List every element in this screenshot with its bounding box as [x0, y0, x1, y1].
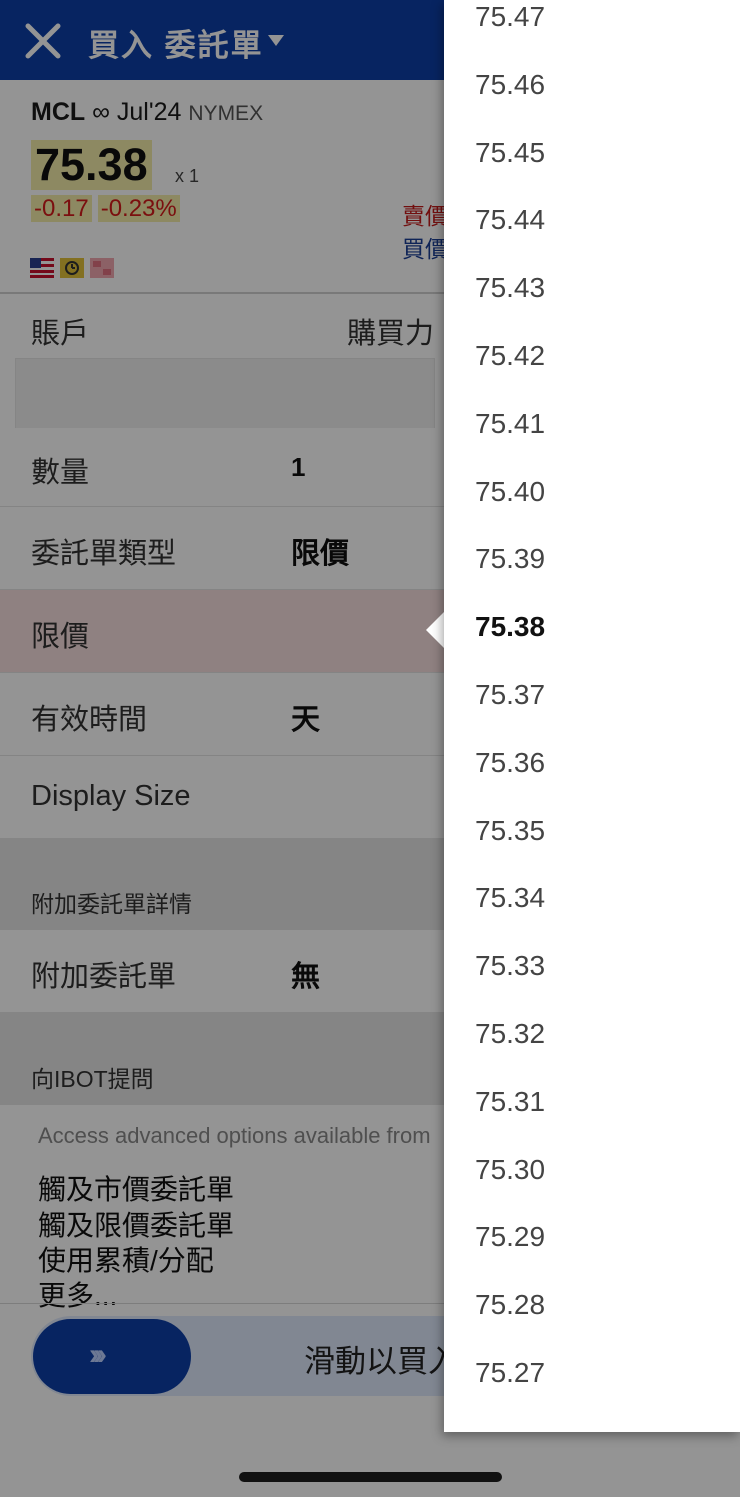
price-option[interactable]: 75.39 [475, 542, 545, 576]
price-option[interactable]: 75.38 [475, 610, 545, 644]
home-indicator[interactable] [239, 1472, 502, 1482]
price-option[interactable]: 75.27 [475, 1356, 545, 1390]
price-option[interactable]: 75.28 [475, 1288, 545, 1322]
price-option[interactable]: 75.31 [475, 1085, 545, 1119]
price-option[interactable]: 75.30 [475, 1153, 545, 1187]
price-option[interactable]: 75.40 [475, 475, 545, 509]
price-option[interactable]: 75.37 [475, 678, 545, 712]
price-option[interactable]: 75.46 [475, 68, 545, 102]
price-option[interactable]: 75.41 [475, 407, 545, 441]
picker-pointer [426, 611, 445, 649]
price-option[interactable]: 75.45 [475, 136, 545, 170]
price-option[interactable]: 75.32 [475, 1017, 545, 1051]
price-option[interactable]: 75.43 [475, 271, 545, 305]
limit-price-picker[interactable]: 75.47 75.46 75.45 75.44 75.43 75.42 75.41 75.40… [444, 0, 740, 1432]
price-option[interactable]: 75.36 [475, 746, 545, 780]
price-option[interactable]: 75.35 [475, 814, 545, 848]
price-option[interactable]: 75.47 [475, 0, 545, 34]
price-option[interactable]: 75.29 [475, 1220, 545, 1254]
price-option[interactable]: 75.42 [475, 339, 545, 373]
price-option[interactable]: 75.34 [475, 881, 545, 915]
price-option[interactable]: 75.33 [475, 949, 545, 983]
price-option[interactable]: 75.44 [475, 203, 545, 237]
